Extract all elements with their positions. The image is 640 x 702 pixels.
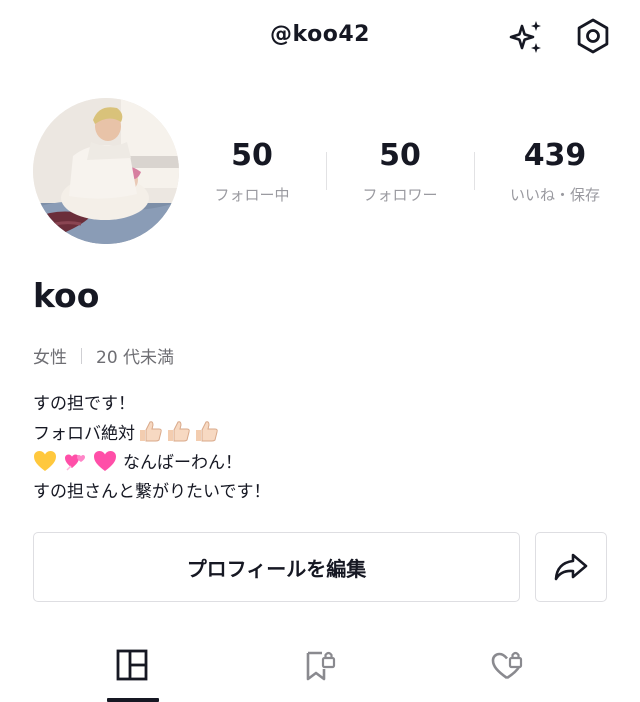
likes-stat[interactable]: 439 いいね・保存 — [482, 138, 628, 205]
stat-divider — [474, 152, 475, 190]
bio-text: なんばーわん！ — [123, 453, 242, 473]
tab-saved[interactable] — [290, 640, 350, 700]
meta-divider — [81, 347, 82, 364]
followers-label: フォロワー — [362, 186, 438, 204]
bio-line: すの担です！ — [33, 394, 135, 414]
followers-count: 50 — [379, 138, 421, 173]
tab-liked[interactable] — [477, 640, 537, 700]
sparkle-icon[interactable] — [507, 17, 547, 57]
bio-text: フォロバ絶対 — [33, 424, 135, 444]
profile-meta: 女性 20 代未満 — [33, 343, 174, 368]
followers-stat[interactable]: 50 フォロワー — [327, 138, 473, 205]
share-profile-button[interactable] — [535, 532, 607, 602]
likes-count: 439 — [523, 138, 587, 173]
bio-line: すの担さんと繋がりたいです！ — [33, 482, 271, 502]
thumbs-up-icon — [193, 419, 219, 443]
share-icon — [554, 553, 588, 581]
bio-line: なんばーわん！ — [33, 449, 271, 478]
bio-line: フォロバ絶対 — [33, 419, 271, 449]
avatar[interactable] — [33, 98, 179, 244]
thumbs-up-emoji-group — [137, 419, 219, 443]
saved-lock-icon — [306, 651, 336, 681]
yellow-heart-icon — [33, 450, 57, 472]
bio: すの担です！ フォロバ絶対 なんばーわん！ すの担さんと繋がりたいです！ — [33, 390, 271, 507]
age-label: 20 代未満 — [96, 348, 175, 368]
following-stat[interactable]: 50 フォロー中 — [179, 138, 325, 205]
thumbs-up-icon — [165, 419, 191, 443]
liked-lock-icon — [491, 651, 523, 680]
display-name: koo — [33, 276, 100, 315]
following-count: 50 — [231, 138, 273, 173]
pink-heart-icon — [93, 450, 117, 472]
revolving-hearts-icon — [63, 450, 87, 472]
heart-emoji-group — [33, 450, 117, 472]
gender-label: 女性 — [33, 348, 67, 368]
grid-icon — [116, 649, 148, 681]
likes-label: いいね・保存 — [509, 186, 600, 204]
tab-posts[interactable] — [102, 640, 162, 700]
settings-icon[interactable] — [573, 16, 613, 56]
selected-tab-indicator — [107, 698, 159, 702]
edit-profile-button[interactable]: プロフィールを編集 — [33, 532, 520, 602]
thumbs-up-icon — [137, 419, 163, 443]
following-label: フォロー中 — [214, 186, 290, 204]
